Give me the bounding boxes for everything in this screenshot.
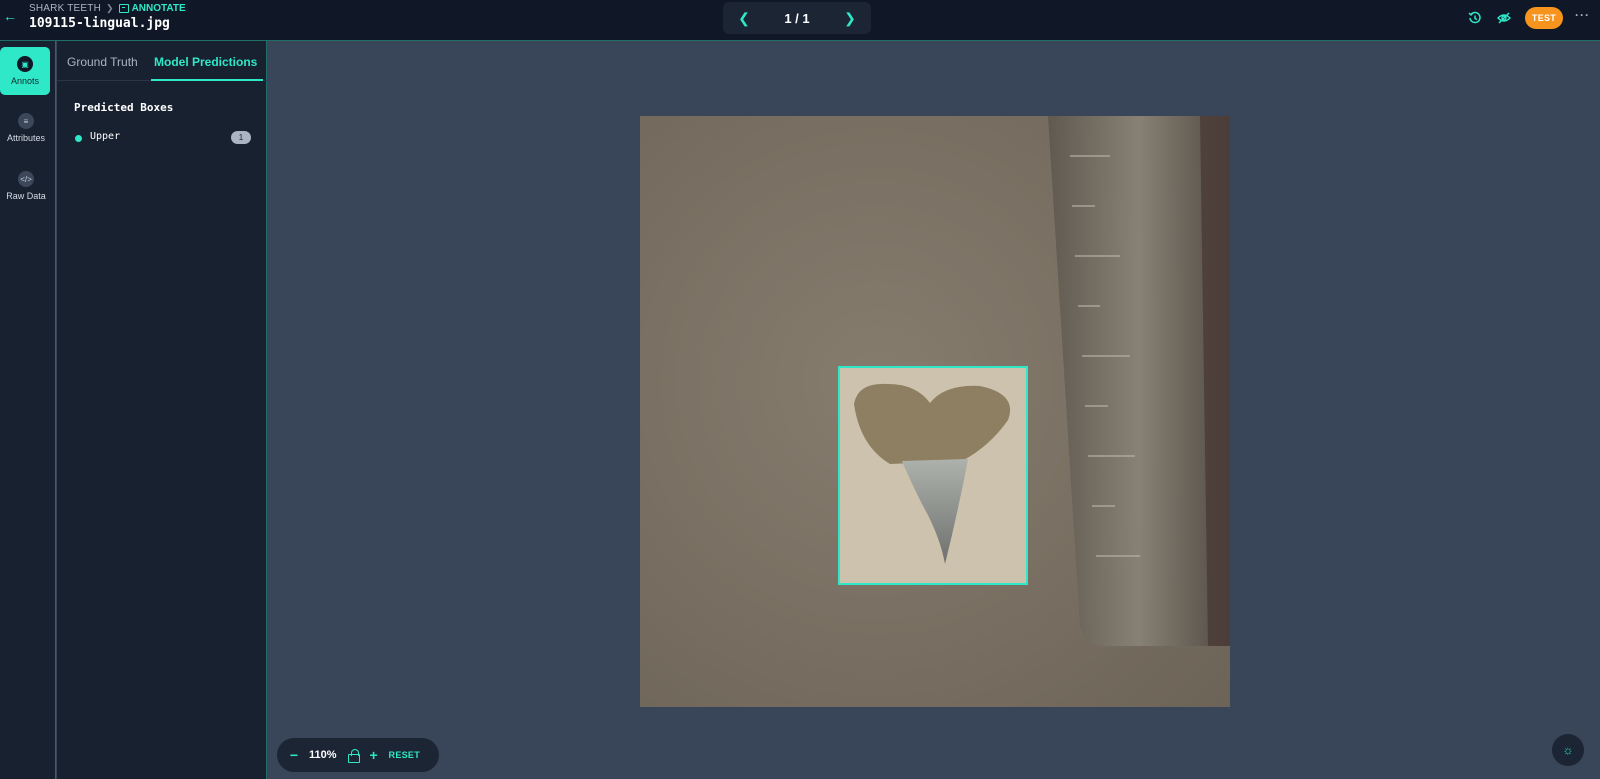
history-icon-svg [1468, 11, 1481, 24]
eye-off-icon-svg [1497, 12, 1511, 24]
zoom-out-button[interactable]: − [289, 747, 299, 763]
panel-tabs: Ground Truth Model Predictions [57, 41, 267, 81]
prediction-label: Upper [90, 131, 121, 142]
user-badge[interactable]: TEST [1525, 7, 1563, 29]
more-icon[interactable]: ··· [1575, 8, 1590, 22]
prediction-count-badge: 1 [231, 131, 251, 144]
breadcrumb-project[interactable]: SHARK TEETH [29, 3, 101, 14]
history-icon[interactable] [1467, 10, 1483, 26]
list-icon: ≡ [18, 113, 34, 129]
code-icon: </> [18, 171, 34, 187]
section-title: Predicted Boxes [74, 101, 174, 114]
rail-item-label: Raw Data [6, 191, 46, 201]
image-pager: ❮ 1 / 1 ❯ [723, 2, 871, 34]
rail-item-annots[interactable]: ▣ Annots [0, 47, 50, 95]
annotation-image[interactable] [640, 116, 1230, 707]
tab-model-predictions[interactable]: Model Predictions [154, 55, 257, 69]
annotation-icon: ▣ [17, 56, 33, 72]
unlock-icon[interactable] [347, 749, 360, 763]
rail-item-attributes[interactable]: ≡ Attributes [0, 104, 52, 152]
pager-label: 1 / 1 [784, 10, 810, 26]
zoom-in-button[interactable]: + [369, 747, 379, 763]
chevron-right-icon: ❯ [106, 3, 114, 13]
breadcrumb-mode[interactable]: ANNOTATE [118, 3, 186, 14]
reset-zoom-button[interactable]: RESET [389, 750, 421, 760]
left-rail: ▣ Annots ≡ Attributes </> Raw Data [0, 41, 56, 779]
predicted-bounding-box[interactable] [838, 366, 1028, 585]
zoom-level: 110% [309, 749, 337, 761]
prediction-item[interactable]: Upper 1 [74, 130, 251, 148]
chevron-left-icon[interactable]: ❮ [737, 10, 751, 27]
rail-item-label: Attributes [6, 133, 46, 143]
file-name: 109115-lingual.jpg [29, 16, 170, 31]
back-arrow-icon[interactable]: ← [2, 6, 18, 26]
rail-item-label: Annots [10, 76, 40, 86]
zoom-controls: − 110% + RESET [277, 738, 439, 772]
image-canvas[interactable]: − 110% + RESET ☼ [268, 41, 1600, 779]
chevron-right-icon[interactable]: ❯ [843, 10, 857, 27]
annotate-icon [118, 4, 129, 13]
brightness-icon[interactable]: ☼ [1552, 734, 1584, 766]
top-bar: ← SHARK TEETH ❯ ANNOTATE 109115-lingual.… [0, 0, 1600, 41]
eye-off-icon[interactable] [1496, 10, 1512, 26]
breadcrumb-mode-label: ANNOTATE [131, 3, 186, 14]
breadcrumb: SHARK TEETH ❯ ANNOTATE [29, 3, 186, 14]
rail-item-raw-data[interactable]: </> Raw Data [0, 162, 52, 210]
class-color-dot [75, 135, 82, 142]
tab-active-indicator [151, 79, 263, 81]
annotation-panel: Ground Truth Model Predictions Predicted… [57, 41, 267, 779]
tab-ground-truth[interactable]: Ground Truth [67, 55, 138, 69]
